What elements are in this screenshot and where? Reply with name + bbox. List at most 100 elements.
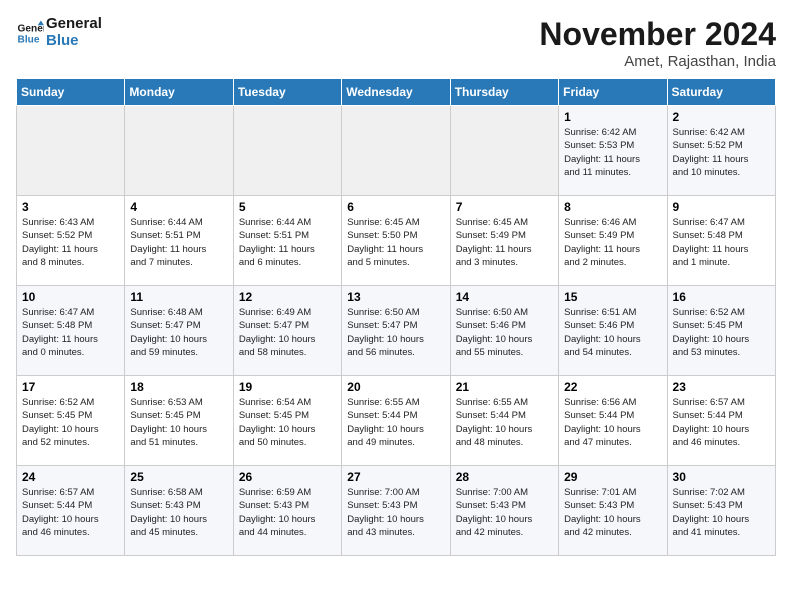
day-info: Sunrise: 6:52 AM Sunset: 5:45 PM Dayligh… — [673, 306, 770, 359]
calendar-cell: 14Sunrise: 6:50 AM Sunset: 5:46 PM Dayli… — [450, 286, 558, 376]
day-number: 6 — [347, 200, 444, 214]
logo-line2: Blue — [46, 33, 102, 50]
day-number: 3 — [22, 200, 119, 214]
calendar-cell — [17, 106, 125, 196]
calendar-cell: 18 Sunrise: 6:53 AM Sunset: 5:45 PM Dayli… — [125, 376, 233, 466]
day-number: 1 — [564, 110, 661, 124]
calendar-cell: 10 Sunrise: 6:47 AM Sunset: 5:48 PM Dayli… — [17, 286, 125, 376]
day-number: 11 — [130, 290, 227, 304]
day-info: Sunrise: 6:48 AM Sunset: 5:47 PM Dayligh… — [130, 306, 227, 359]
day-info: Sunrise: 6:50 AM Sunset: 5:47 PM Dayligh… — [347, 306, 444, 359]
calendar-cell: 3 Sunrise: 6:43 AM Sunset: 5:52 PM Daylig… — [17, 196, 125, 286]
header-row: Sunday Monday Tuesday Wednesday Thursday… — [17, 79, 776, 106]
day-number: 21 — [456, 380, 553, 394]
calendar-cell: 19 Sunrise: 6:54 AM Sunset: 5:45 PM Dayli… — [233, 376, 341, 466]
day-info: Sunrise: 7:00 AM Sunset: 5:43 PM Dayligh… — [456, 486, 553, 539]
logo: General Blue General Blue — [16, 16, 102, 49]
day-number: 4 — [130, 200, 227, 214]
header-thursday: Thursday — [450, 79, 558, 106]
day-info: Sunrise: 6:49 AM Sunset: 5:47 PM Dayligh… — [239, 306, 336, 359]
calendar-cell: 27 Sunrise: 7:00 AM Sunset: 5:43 PM Dayli… — [342, 466, 450, 556]
day-info: Sunrise: 6:59 AM Sunset: 5:43 PM Dayligh… — [239, 486, 336, 539]
day-info: Sunrise: 6:55 AM Sunset: 5:44 PM Dayligh… — [347, 396, 444, 449]
calendar-cell: 12 Sunrise: 6:49 AM Sunset: 5:47 PM Dayli… — [233, 286, 341, 376]
calendar-cell — [342, 106, 450, 196]
day-info: Sunrise: 6:42 AM Sunset: 5:53 PM Dayligh… — [564, 126, 661, 179]
calendar-cell: 23Sunrise: 6:57 AM Sunset: 5:44 PM Dayli… — [667, 376, 775, 466]
calendar-week-4: 17Sunrise: 6:52 AM Sunset: 5:45 PM Dayli… — [17, 376, 776, 466]
day-number: 22 — [564, 380, 661, 394]
calendar-cell: 6 Sunrise: 6:45 AM Sunset: 5:50 PM Daylig… — [342, 196, 450, 286]
calendar-body: 1 Sunrise: 6:42 AM Sunset: 5:53 PM Daylig… — [17, 106, 776, 556]
day-number: 19 — [239, 380, 336, 394]
calendar-cell: 8Sunrise: 6:46 AM Sunset: 5:49 PM Daylig… — [559, 196, 667, 286]
day-number: 12 — [239, 290, 336, 304]
header-friday: Friday — [559, 79, 667, 106]
calendar-cell: 4Sunrise: 6:44 AM Sunset: 5:51 PM Daylig… — [125, 196, 233, 286]
day-number: 18 — [130, 380, 227, 394]
day-number: 27 — [347, 470, 444, 484]
day-number: 7 — [456, 200, 553, 214]
title-area: November 2024 Amet, Rajasthan, India — [539, 16, 776, 70]
calendar-cell: 15 Sunrise: 6:51 AM Sunset: 5:46 PM Dayli… — [559, 286, 667, 376]
calendar-cell: 7 Sunrise: 6:45 AM Sunset: 5:49 PM Daylig… — [450, 196, 558, 286]
calendar-cell: 29Sunrise: 7:01 AM Sunset: 5:43 PM Dayli… — [559, 466, 667, 556]
day-number: 26 — [239, 470, 336, 484]
svg-text:Blue: Blue — [18, 34, 40, 45]
day-number: 29 — [564, 470, 661, 484]
day-info: Sunrise: 6:44 AM Sunset: 5:51 PM Dayligh… — [239, 216, 336, 269]
day-info: Sunrise: 6:52 AM Sunset: 5:45 PM Dayligh… — [22, 396, 119, 449]
day-number: 23 — [673, 380, 770, 394]
calendar-cell: 5Sunrise: 6:44 AM Sunset: 5:51 PM Daylig… — [233, 196, 341, 286]
location-subtitle: Amet, Rajasthan, India — [539, 53, 776, 70]
day-info: Sunrise: 6:56 AM Sunset: 5:44 PM Dayligh… — [564, 396, 661, 449]
day-info: Sunrise: 6:58 AM Sunset: 5:43 PM Dayligh… — [130, 486, 227, 539]
day-number: 25 — [130, 470, 227, 484]
calendar-table: Sunday Monday Tuesday Wednesday Thursday… — [16, 78, 776, 556]
day-info: Sunrise: 7:00 AM Sunset: 5:43 PM Dayligh… — [347, 486, 444, 539]
day-number: 20 — [347, 380, 444, 394]
calendar-cell: 25 Sunrise: 6:58 AM Sunset: 5:43 PM Dayli… — [125, 466, 233, 556]
day-info: Sunrise: 6:42 AM Sunset: 5:52 PM Dayligh… — [673, 126, 770, 179]
day-number: 28 — [456, 470, 553, 484]
day-info: Sunrise: 6:53 AM Sunset: 5:45 PM Dayligh… — [130, 396, 227, 449]
calendar-cell: 11 Sunrise: 6:48 AM Sunset: 5:47 PM Dayli… — [125, 286, 233, 376]
day-info: Sunrise: 6:47 AM Sunset: 5:48 PM Dayligh… — [22, 306, 119, 359]
day-info: Sunrise: 6:54 AM Sunset: 5:45 PM Dayligh… — [239, 396, 336, 449]
calendar-cell: 26 Sunrise: 6:59 AM Sunset: 5:43 PM Dayli… — [233, 466, 341, 556]
header-saturday: Saturday — [667, 79, 775, 106]
day-info: Sunrise: 6:50 AM Sunset: 5:46 PM Dayligh… — [456, 306, 553, 359]
day-info: Sunrise: 6:57 AM Sunset: 5:44 PM Dayligh… — [22, 486, 119, 539]
calendar-week-5: 24 Sunrise: 6:57 AM Sunset: 5:44 PM Dayli… — [17, 466, 776, 556]
calendar-week-1: 1 Sunrise: 6:42 AM Sunset: 5:53 PM Daylig… — [17, 106, 776, 196]
header-monday: Monday — [125, 79, 233, 106]
logo-icon: General Blue — [16, 19, 44, 47]
calendar-week-2: 3 Sunrise: 6:43 AM Sunset: 5:52 PM Daylig… — [17, 196, 776, 286]
day-info: Sunrise: 6:43 AM Sunset: 5:52 PM Dayligh… — [22, 216, 119, 269]
calendar-cell — [233, 106, 341, 196]
calendar-cell: 24 Sunrise: 6:57 AM Sunset: 5:44 PM Dayli… — [17, 466, 125, 556]
logo-line1: General — [46, 16, 102, 33]
calendar-cell: 13Sunrise: 6:50 AM Sunset: 5:47 PM Dayli… — [342, 286, 450, 376]
day-info: Sunrise: 6:51 AM Sunset: 5:46 PM Dayligh… — [564, 306, 661, 359]
header-wednesday: Wednesday — [342, 79, 450, 106]
calendar-cell: 20 Sunrise: 6:55 AM Sunset: 5:44 PM Dayli… — [342, 376, 450, 466]
calendar-header: Sunday Monday Tuesday Wednesday Thursday… — [17, 79, 776, 106]
calendar-cell — [125, 106, 233, 196]
day-info: Sunrise: 6:45 AM Sunset: 5:49 PM Dayligh… — [456, 216, 553, 269]
day-number: 16 — [673, 290, 770, 304]
day-number: 15 — [564, 290, 661, 304]
calendar-cell — [450, 106, 558, 196]
day-number: 8 — [564, 200, 661, 214]
calendar-cell: 2 Sunrise: 6:42 AM Sunset: 5:52 PM Daylig… — [667, 106, 775, 196]
calendar-cell: 17Sunrise: 6:52 AM Sunset: 5:45 PM Dayli… — [17, 376, 125, 466]
calendar-cell: 9Sunrise: 6:47 AM Sunset: 5:48 PM Daylig… — [667, 196, 775, 286]
calendar-cell: 28 Sunrise: 7:00 AM Sunset: 5:43 PM Dayli… — [450, 466, 558, 556]
calendar-cell: 21Sunrise: 6:55 AM Sunset: 5:44 PM Dayli… — [450, 376, 558, 466]
header-tuesday: Tuesday — [233, 79, 341, 106]
day-number: 10 — [22, 290, 119, 304]
day-info: Sunrise: 6:45 AM Sunset: 5:50 PM Dayligh… — [347, 216, 444, 269]
day-number: 2 — [673, 110, 770, 124]
calendar-cell: 30Sunrise: 7:02 AM Sunset: 5:43 PM Dayli… — [667, 466, 775, 556]
day-number: 24 — [22, 470, 119, 484]
